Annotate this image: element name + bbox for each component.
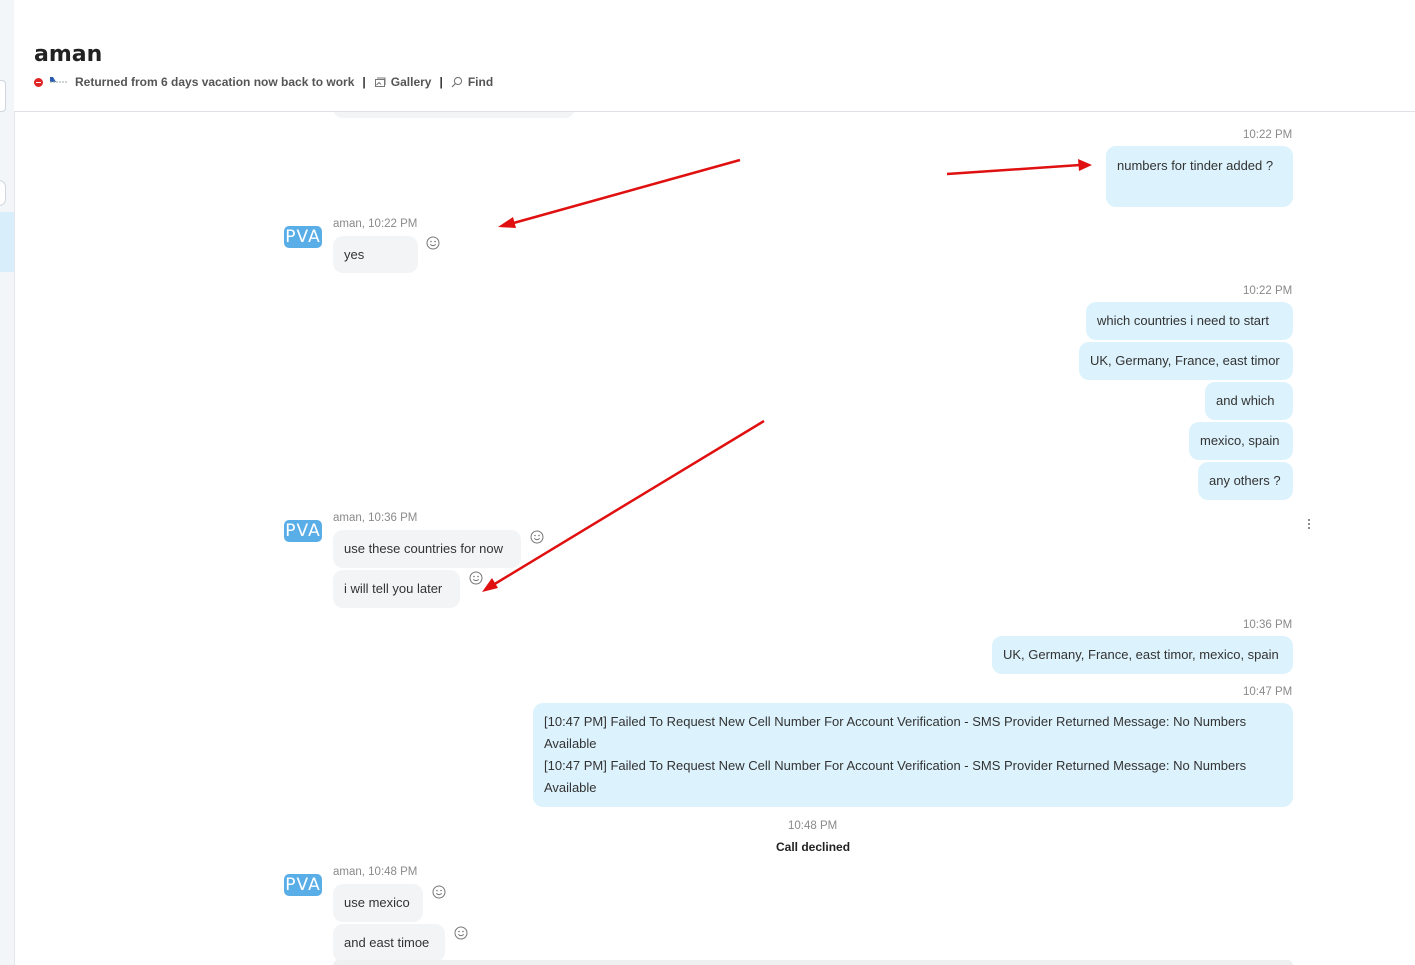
reaction-smiley-icon[interactable] <box>426 236 440 250</box>
gallery-button[interactable]: Gallery <box>374 75 432 89</box>
contact-name[interactable]: aman <box>34 42 102 67</box>
message-timestamp: 10:47 PM <box>1243 686 1293 698</box>
message-bubble-partial[interactable] <box>333 112 575 118</box>
header-separator: | <box>362 75 366 89</box>
message-timestamp: 10:22 PM <box>1243 129 1293 141</box>
reaction-smiley-icon[interactable] <box>469 571 483 585</box>
gallery-label: Gallery <box>390 75 432 89</box>
message-sender-meta: aman, 10:22 PM <box>333 218 418 230</box>
search-icon <box>451 76 462 88</box>
header-separator: | <box>439 75 443 89</box>
message-bubble-outgoing[interactable]: any others ? <box>1198 462 1293 500</box>
reaction-smiley-icon[interactable] <box>530 530 544 544</box>
conversation-header: aman Returned from 6 days vacation now b… <box>14 0 1415 112</box>
reaction-smiley-icon[interactable] <box>432 885 446 899</box>
message-sender-meta: aman, 10:36 PM <box>333 512 418 524</box>
reaction-smiley-icon[interactable] <box>454 926 468 940</box>
airplane-emoticon-icon <box>48 76 70 88</box>
message-bubble-outgoing[interactable]: which countries i need to start <box>1086 302 1293 340</box>
sidebar-search-box-edge[interactable] <box>0 80 6 112</box>
message-bubble-outgoing[interactable]: UK, Germany, France, east timor <box>1079 342 1293 380</box>
gallery-icon <box>374 77 386 87</box>
call-status: Call declined <box>776 840 851 854</box>
message-sender-meta: aman, 10:48 PM <box>333 866 418 878</box>
message-composer-edge[interactable] <box>333 960 1293 965</box>
sidebar-edge <box>0 0 15 965</box>
message-bubble-incoming[interactable]: and east timoe <box>333 924 445 962</box>
message-bubble-outgoing[interactable]: UK, Germany, France, east timor, mexico,… <box>992 636 1293 674</box>
message-bubble-incoming[interactable]: i will tell you later <box>333 570 460 608</box>
message-timestamp: 10:36 PM <box>1243 619 1293 631</box>
message-bubble-incoming[interactable]: yes <box>333 236 418 273</box>
sidebar-button-edge[interactable] <box>0 180 6 206</box>
avatar[interactable]: PVA <box>284 874 322 896</box>
sidebar-selected-conversation[interactable] <box>0 212 14 272</box>
message-bubble-outgoing[interactable]: mexico, spain <box>1189 422 1293 460</box>
avatar[interactable]: PVA <box>284 226 322 248</box>
message-timestamp: 10:22 PM <box>1243 285 1293 297</box>
message-bubble-outgoing[interactable]: [10:47 PM] Failed To Request New Cell Nu… <box>533 703 1293 807</box>
message-line: [10:47 PM] Failed To Request New Cell Nu… <box>544 714 1247 751</box>
message-bubble-incoming[interactable]: use these countries for now <box>333 530 521 568</box>
message-bubble-incoming[interactable]: use mexico <box>333 884 423 922</box>
message-bubble-outgoing[interactable]: numbers for tinder added ? <box>1106 146 1293 207</box>
call-timestamp: 10:48 PM <box>788 820 838 832</box>
contact-subline: Returned from 6 days vacation now back t… <box>34 75 493 89</box>
message-bubble-outgoing[interactable]: and which <box>1205 382 1293 420</box>
message-line: [10:47 PM] Failed To Request New Cell Nu… <box>544 758 1247 795</box>
avatar[interactable]: PVA <box>284 520 322 542</box>
more-options-icon[interactable] <box>1307 518 1311 530</box>
find-label: Find <box>467 75 494 89</box>
mood-message: Returned from 6 days vacation now back t… <box>75 75 355 89</box>
message-list[interactable]: 10:22 PM numbers for tinder added ? PVA … <box>14 112 1415 965</box>
find-button[interactable]: Find <box>451 75 493 89</box>
busy-status-icon <box>34 77 43 87</box>
